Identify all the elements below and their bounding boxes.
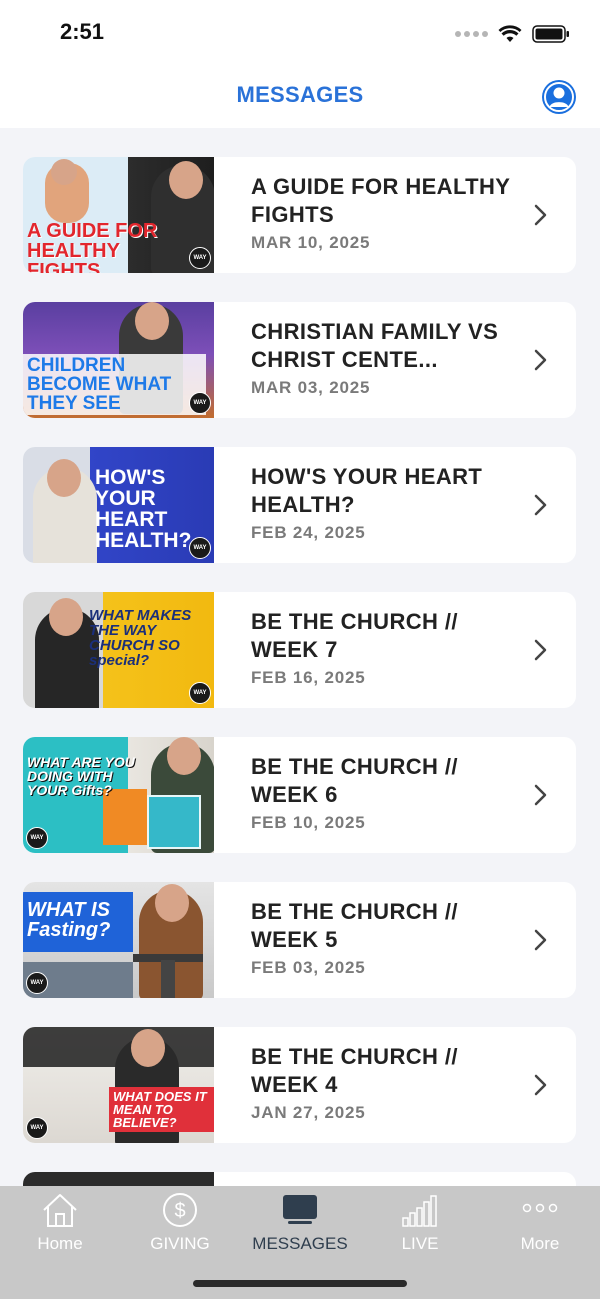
message-thumbnail: WHAT DOES IT MEAN TO BELIEVE? WAY bbox=[23, 1027, 214, 1143]
chevron-right-icon bbox=[534, 639, 547, 661]
church-logo: WAY bbox=[26, 972, 48, 994]
tab-more[interactable]: More bbox=[480, 1186, 600, 1266]
message-title: A GUIDE FOR HEALTHY FIGHTS bbox=[251, 174, 510, 227]
message-title: BE THE CHURCH // WEEK 7 bbox=[251, 609, 458, 662]
message-title: BE THE CHURCH // WEEK 5 bbox=[251, 899, 458, 952]
status-bar: 2:51 bbox=[0, 0, 600, 66]
tab-home[interactable]: Home bbox=[0, 1186, 120, 1266]
thumbnail-text: CHILDREN BECOME WHAT THEY SEE bbox=[23, 354, 206, 415]
thumbnail-text: WHAT MAKES THE WAY CHURCH SO special? bbox=[89, 607, 192, 669]
message-card[interactable]: CHILDREN BECOME WHAT THEY SEE WAY CHRIST… bbox=[23, 302, 576, 418]
message-card[interactable]: HOW'S YOUR HEART HEALTH? WAY HOW'S YOUR … bbox=[23, 447, 576, 563]
tab-label: Home bbox=[37, 1234, 83, 1253]
tab-label: LIVE bbox=[401, 1234, 439, 1253]
battery-icon bbox=[532, 25, 569, 43]
message-thumbnail: WHAT MAKES THE WAY CHURCH SO special? WA… bbox=[23, 592, 214, 708]
message-thumbnail: HOW'S YOUR HEART HEALTH? WAY bbox=[23, 447, 214, 563]
message-thumbnail: WHAT IS Fasting? WAY bbox=[23, 882, 214, 998]
church-logo: WAY bbox=[189, 537, 211, 559]
message-thumbnail: WHAT ARE YOU DOING WITH YOUR Gifts? WAY bbox=[23, 737, 214, 853]
church-logo: WAY bbox=[26, 827, 48, 849]
message-title: HOW'S YOUR HEART HEALTH? bbox=[251, 464, 483, 517]
home-indicator[interactable] bbox=[193, 1280, 407, 1287]
chevron-right-icon bbox=[534, 1074, 547, 1096]
cellular-signal-icon bbox=[455, 31, 488, 37]
header: MESSAGES bbox=[0, 66, 600, 128]
status-icons bbox=[455, 22, 570, 46]
monitor-icon bbox=[283, 1195, 317, 1224]
message-date: FEB 10, 2025 bbox=[251, 813, 366, 832]
message-card-partial[interactable] bbox=[23, 1172, 576, 1186]
message-date: MAR 10, 2025 bbox=[251, 233, 371, 252]
thumbnail-text: A GUIDE FOR HEALTHY FIGHTS bbox=[27, 220, 158, 273]
svg-text:$: $ bbox=[174, 1200, 185, 1222]
status-time: 2:51 bbox=[60, 19, 105, 44]
chevron-right-icon bbox=[534, 494, 547, 516]
more-dots-icon bbox=[522, 1203, 558, 1213]
message-date: MAR 03, 2025 bbox=[251, 378, 371, 397]
tab-giving[interactable]: $ GIVING bbox=[120, 1186, 240, 1266]
message-title: CHRISTIAN FAMILY VS CHRIST CENTE... bbox=[251, 319, 499, 372]
dollar-icon: $ bbox=[163, 1193, 197, 1227]
church-logo: WAY bbox=[189, 247, 211, 269]
tab-label: GIVING bbox=[150, 1234, 210, 1253]
message-date: FEB 16, 2025 bbox=[251, 668, 366, 687]
message-date: FEB 03, 2025 bbox=[251, 958, 366, 977]
message-thumbnail: A GUIDE FOR HEALTHY FIGHTS WAY bbox=[23, 157, 214, 273]
chevron-right-icon bbox=[534, 349, 547, 371]
chevron-right-icon bbox=[534, 204, 547, 226]
page-title: MESSAGES bbox=[236, 82, 364, 107]
thumbnail-text: WHAT ARE YOU DOING WITH YOUR Gifts? bbox=[27, 754, 135, 798]
tab-label: More bbox=[520, 1234, 560, 1253]
thumbnail-text: WHAT DOES IT MEAN TO BELIEVE? bbox=[109, 1087, 214, 1132]
message-thumbnail bbox=[23, 1172, 214, 1186]
profile-button[interactable] bbox=[542, 80, 576, 114]
chevron-right-icon bbox=[534, 929, 547, 951]
message-card[interactable]: A GUIDE FOR HEALTHY FIGHTS WAY A GUIDE F… bbox=[23, 157, 576, 273]
message-card[interactable]: WHAT IS Fasting? WAY BE THE CHURCH // WE… bbox=[23, 882, 576, 998]
message-list[interactable]: A GUIDE FOR HEALTHY FIGHTS WAY A GUIDE F… bbox=[0, 128, 600, 1186]
church-logo: WAY bbox=[26, 1117, 48, 1139]
thumbnail-text: WHAT IS Fasting? bbox=[27, 899, 111, 941]
church-logo: WAY bbox=[189, 392, 211, 414]
church-logo: WAY bbox=[189, 682, 211, 704]
wifi-icon bbox=[498, 25, 522, 42]
tab-live[interactable]: LIVE bbox=[360, 1186, 480, 1266]
user-icon bbox=[544, 82, 574, 112]
message-title: BE THE CHURCH // WEEK 4 bbox=[251, 1044, 458, 1097]
message-card[interactable]: WHAT ARE YOU DOING WITH YOUR Gifts? WAY … bbox=[23, 737, 576, 853]
signal-bars-icon bbox=[402, 1195, 437, 1227]
message-thumbnail: CHILDREN BECOME WHAT THEY SEE WAY bbox=[23, 302, 214, 418]
tab-label: MESSAGES bbox=[252, 1234, 348, 1253]
message-card[interactable]: WHAT MAKES THE WAY CHURCH SO special? WA… bbox=[23, 592, 576, 708]
message-title: BE THE CHURCH // WEEK 6 bbox=[251, 754, 458, 807]
message-date: FEB 24, 2025 bbox=[251, 523, 366, 542]
chevron-right-icon bbox=[534, 784, 547, 806]
home-icon bbox=[43, 1194, 77, 1227]
tab-messages[interactable]: MESSAGES bbox=[240, 1186, 360, 1266]
message-card[interactable]: WHAT DOES IT MEAN TO BELIEVE? WAY BE THE… bbox=[23, 1027, 576, 1143]
message-date: JAN 27, 2025 bbox=[251, 1103, 366, 1122]
